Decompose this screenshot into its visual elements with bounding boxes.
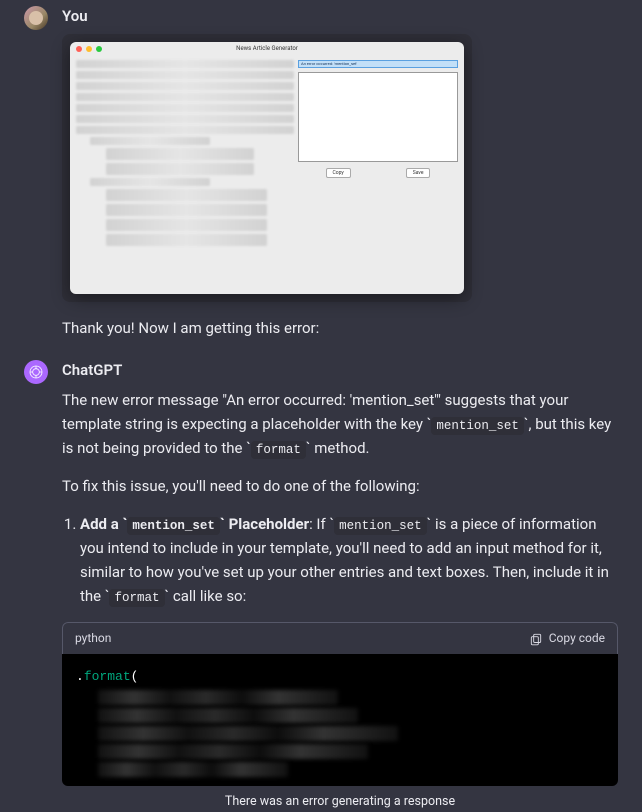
redacted-code <box>76 690 604 777</box>
code-body: .format( <box>62 654 618 786</box>
inline-code: mention_set <box>431 417 524 435</box>
assistant-para-2: To fix this issue, you'll need to do one… <box>62 474 618 498</box>
inline-code: mention_set <box>334 517 427 535</box>
output-textbox <box>298 72 458 162</box>
generation-error-notice: There was an error generating a response <box>62 786 618 812</box>
user-text: Thank you! Now I am getting this error: <box>62 316 618 340</box>
assistant-sender-label: ChatGPT <box>62 358 618 382</box>
assistant-avatar <box>24 360 48 384</box>
user-message: You News Article Generator <box>0 0 642 354</box>
inline-code: format <box>251 441 306 459</box>
left-form-pane <box>76 60 294 288</box>
inline-code: mention_set <box>127 517 220 535</box>
user-avatar <box>24 6 48 30</box>
code-block: python Copy code .format( <box>62 622 618 786</box>
mac-window: News Article Generator An error occurred… <box>70 42 464 294</box>
user-sender-label: You <box>62 4 618 28</box>
copy-code-button[interactable]: Copy code <box>529 629 605 648</box>
titlebar: News Article Generator <box>70 42 464 56</box>
fix-list: Add a `mention_set` Placeholder: If `men… <box>62 512 618 608</box>
code-header: python Copy code <box>62 622 618 654</box>
window-title: News Article Generator <box>70 44 464 54</box>
save-mini-button: Save <box>406 168 431 178</box>
assistant-message: ChatGPT The new error message "An error … <box>0 354 642 812</box>
fix-list-item-1: Add a `mention_set` Placeholder: If `men… <box>80 512 618 608</box>
inline-code: format <box>109 589 164 607</box>
chatgpt-logo-icon <box>28 364 44 380</box>
error-strip: An error occurred: 'mention_set' <box>298 60 458 68</box>
clipboard-icon <box>529 632 543 646</box>
code-lang-label: python <box>75 629 111 648</box>
attached-screenshot[interactable]: News Article Generator An error occurred… <box>62 34 472 302</box>
right-output-pane: An error occurred: 'mention_set' Copy Sa… <box>298 60 458 288</box>
copy-mini-button: Copy <box>326 168 351 178</box>
assistant-para-1: The new error message "An error occurred… <box>62 388 618 460</box>
